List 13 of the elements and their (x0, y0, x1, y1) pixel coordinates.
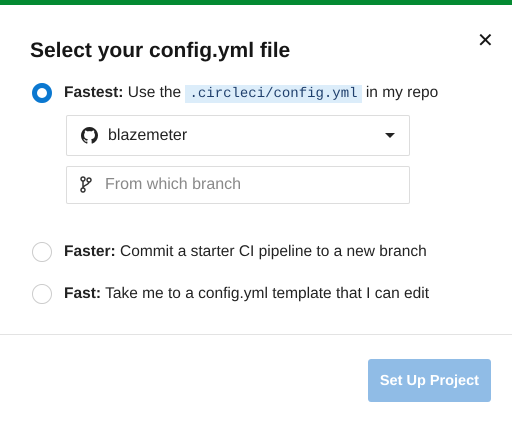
option-label: Fastest: Use the .circleci/config.yml in my repo (64, 84, 438, 102)
radio-button[interactable] (32, 284, 52, 304)
radio-button[interactable] (32, 242, 52, 262)
github-icon (81, 127, 98, 144)
radio-button[interactable] (32, 83, 52, 103)
branch-input-field[interactable]: From which branch (66, 166, 410, 204)
option-label: Faster: Commit a starter CI pipeline to a new branch (64, 243, 427, 261)
close-button[interactable]: ✕ (477, 31, 494, 51)
option-label: Fast: Take me to a config.yml template that I can edit (64, 285, 430, 303)
dialog-title: Select your config.yml file (30, 39, 290, 63)
dropdown-value: blazemeter (108, 126, 188, 144)
caret-icon (385, 133, 395, 138)
repository-dropdown[interactable]: blazemeter (66, 115, 410, 156)
